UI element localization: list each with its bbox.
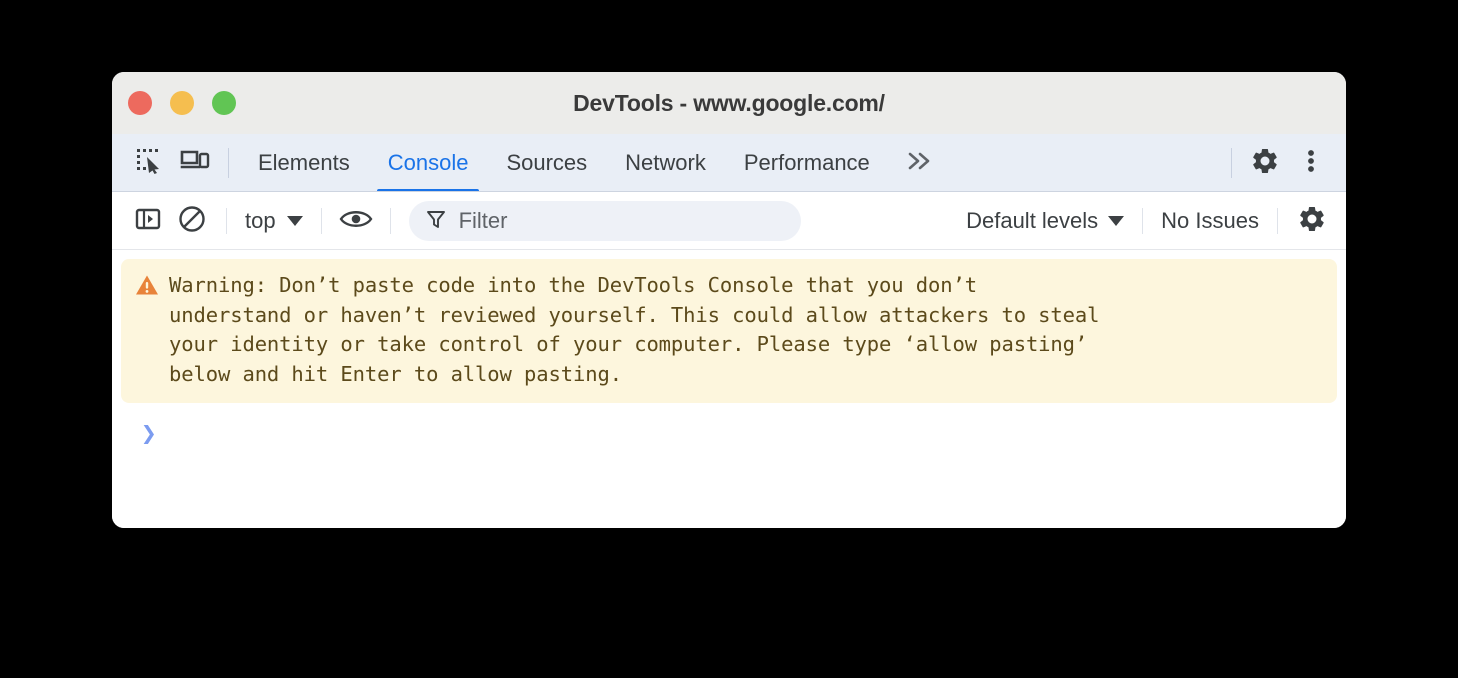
filter-funnel-icon bbox=[425, 208, 447, 235]
tabbar-spacer bbox=[951, 134, 1221, 192]
maximize-button[interactable] bbox=[212, 91, 236, 115]
toolbar-divider-2 bbox=[320, 208, 322, 234]
settings-gear-icon bbox=[1250, 146, 1280, 181]
toolbar-divider-1 bbox=[226, 208, 227, 234]
tab-network[interactable]: Network bbox=[606, 134, 725, 192]
chevron-down-icon bbox=[1108, 216, 1125, 226]
device-toolbar-button[interactable] bbox=[172, 134, 218, 192]
console-warning-text: Warning: Don’t paste code into the DevTo… bbox=[169, 273, 1100, 386]
window-title: DevTools - www.google.com/ bbox=[573, 89, 885, 116]
console-settings-button[interactable] bbox=[1290, 201, 1334, 241]
warning-triangle-icon bbox=[135, 274, 159, 301]
close-button[interactable] bbox=[128, 91, 152, 115]
console-sidebar-toggle-button[interactable] bbox=[126, 201, 170, 241]
console-message-area: Warning: Don’t paste code into the DevTo… bbox=[112, 250, 1346, 528]
tabbar-right-actions bbox=[1242, 134, 1346, 192]
prompt-chevron-icon: ❯ bbox=[141, 419, 157, 449]
inspect-element-button[interactable] bbox=[126, 134, 172, 192]
live-expression-button[interactable] bbox=[334, 201, 378, 241]
toolbar-divider-4 bbox=[1142, 208, 1144, 234]
execution-context-select[interactable]: top bbox=[239, 208, 309, 234]
console-filter-box[interactable] bbox=[408, 201, 801, 241]
execution-context-value: top bbox=[245, 208, 276, 233]
console-prompt-input[interactable] bbox=[169, 421, 1337, 447]
tab-console[interactable]: Console bbox=[369, 134, 488, 192]
eye-icon bbox=[339, 206, 373, 237]
console-warning-message: Warning: Don’t paste code into the DevTo… bbox=[121, 259, 1337, 403]
sidebar-panel-icon bbox=[134, 205, 162, 238]
tab-sources[interactable]: Sources bbox=[487, 134, 606, 192]
chevron-double-right-icon bbox=[905, 150, 935, 177]
traffic-lights bbox=[128, 91, 236, 115]
tabbar-right-divider bbox=[1231, 148, 1232, 178]
minimize-button[interactable] bbox=[170, 91, 194, 115]
more-options-button[interactable] bbox=[1288, 146, 1334, 181]
inspect-element-icon bbox=[135, 147, 163, 180]
devtools-tabbar: Elements Console Sources Network Perform… bbox=[112, 134, 1346, 192]
clear-console-button[interactable] bbox=[170, 201, 214, 241]
tabbar-divider bbox=[228, 148, 229, 178]
console-filter-input[interactable] bbox=[458, 208, 785, 234]
issues-counter[interactable]: No Issues bbox=[1155, 208, 1265, 234]
device-toolbar-icon bbox=[180, 148, 210, 179]
console-toolbar: top Default levels bbox=[112, 192, 1346, 250]
chevron-down-icon bbox=[286, 216, 303, 226]
toolbar-divider-5 bbox=[1277, 208, 1278, 234]
log-levels-value: Default levels bbox=[966, 208, 1099, 233]
devtools-window: DevTools - www.google.com/ Elements Cons… bbox=[112, 72, 1346, 528]
settings-button[interactable] bbox=[1242, 146, 1288, 181]
settings-gear-icon bbox=[1297, 204, 1327, 239]
clear-console-icon bbox=[177, 204, 207, 239]
window-titlebar: DevTools - www.google.com/ bbox=[112, 72, 1346, 134]
more-tabs-button[interactable] bbox=[889, 134, 951, 192]
tab-elements[interactable]: Elements bbox=[239, 134, 369, 192]
more-options-icon bbox=[1298, 146, 1324, 181]
log-levels-select[interactable]: Default levels bbox=[960, 208, 1130, 234]
console-prompt-row[interactable]: ❯ bbox=[121, 403, 1337, 447]
toolbar-divider-3 bbox=[389, 208, 391, 234]
tab-performance[interactable]: Performance bbox=[725, 134, 889, 192]
